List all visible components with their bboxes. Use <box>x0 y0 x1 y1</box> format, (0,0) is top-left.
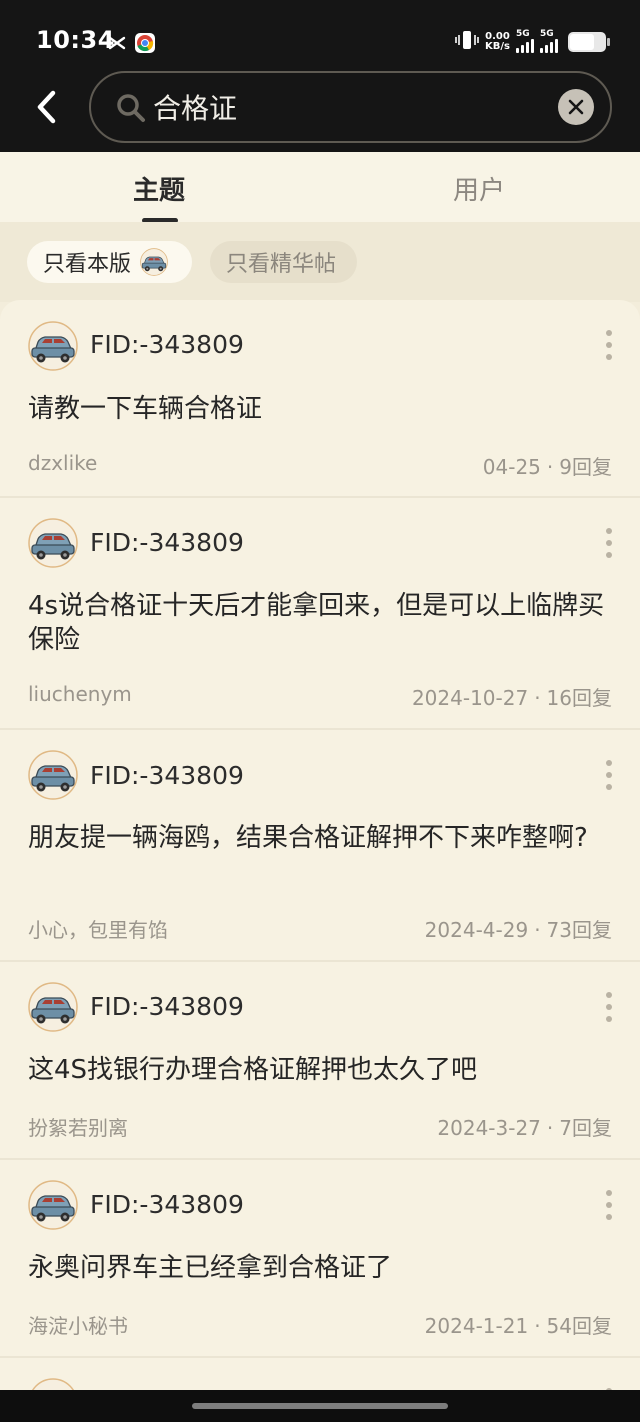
chrome-app-icon <box>135 33 155 53</box>
post-meta: 2024-1-21 · 54回复 <box>424 1314 612 1338</box>
only-featured-chip[interactable]: 只看精华帖 <box>210 241 357 283</box>
post-item[interactable]: FID:-343809 永奥问界车主已经拿到合格证了 海淀小秘书 2024-1-… <box>0 1160 640 1358</box>
post-author[interactable]: liuchenym <box>28 682 132 706</box>
vibrate-icon <box>455 29 479 55</box>
status-indicators: 0.00 KB/s 5G 5G <box>455 28 610 56</box>
more-options-icon[interactable] <box>604 1190 614 1220</box>
app-screen: 10:34 0.00 KB/s 5G 5G 合格证 主题 用户 只看本版 只看精… <box>0 0 640 1422</box>
car-avatar-icon[interactable] <box>27 1180 79 1230</box>
back-arrow-icon <box>37 90 56 124</box>
car-avatar-icon[interactable] <box>27 982 79 1032</box>
post-meta: 2024-3-27 · 7回复 <box>437 1116 612 1140</box>
tab-bar: 主题 用户 <box>0 152 640 223</box>
post-author[interactable]: dzxlike <box>28 451 97 475</box>
more-options-icon[interactable] <box>604 760 614 790</box>
post-title[interactable]: 请教一下车辆合格证 <box>28 392 618 426</box>
home-gesture-handle[interactable] <box>192 1403 448 1409</box>
post-title[interactable]: 这4S找银行办理合格证解押也太久了吧 <box>28 1053 618 1087</box>
system-nav-bar <box>0 1390 640 1422</box>
magnifier-icon <box>117 94 145 122</box>
post-title[interactable]: 永奥问界车主已经拿到合格证了 <box>28 1251 618 1285</box>
forum-id: FID:-343809 <box>90 992 244 1021</box>
post-title[interactable]: 朋友提一辆海鸥，结果合格证解押不下来咋整啊? <box>28 821 618 855</box>
back-button[interactable] <box>28 84 64 130</box>
post-item-partial[interactable] <box>0 1358 640 1390</box>
post-item[interactable]: FID:-343809 请教一下车辆合格证 dzxlike 04-25 · 9回复 <box>0 300 640 498</box>
forum-id: FID:-343809 <box>90 761 244 790</box>
post-author[interactable]: 扮絮若别离 <box>28 1112 128 1141</box>
car-icon <box>140 248 168 276</box>
post-meta: 2024-10-27 · 16回复 <box>411 686 612 710</box>
post-meta: 2024-4-29 · 73回复 <box>424 918 612 942</box>
more-options-icon[interactable] <box>604 992 614 1022</box>
post-item[interactable]: FID:-343809 4s说合格证十天后才能拿回来，但是可以上临牌买保险 li… <box>0 498 640 730</box>
net-speed: 0.00 KB/s <box>485 31 510 52</box>
car-avatar-icon[interactable] <box>27 518 79 568</box>
post-item[interactable]: FID:-343809 这4S找银行办理合格证解押也太久了吧 扮絮若别离 202… <box>0 962 640 1160</box>
tab-topics[interactable]: 主题 <box>133 170 185 207</box>
signal-sim2-icon: 5G <box>540 29 558 53</box>
forum-id: FID:-343809 <box>90 528 244 557</box>
clear-search-button[interactable] <box>558 89 594 125</box>
forum-id: FID:-343809 <box>90 1190 244 1219</box>
forum-id: FID:-343809 <box>90 330 244 359</box>
search-input[interactable] <box>153 87 533 127</box>
more-options-icon[interactable] <box>604 528 614 558</box>
filter-bar: 只看本版 只看精华帖 <box>0 222 640 302</box>
car-avatar-icon[interactable] <box>27 1378 79 1390</box>
car-avatar-icon[interactable] <box>27 750 79 800</box>
search-header <box>0 66 640 152</box>
post-author[interactable]: 小心，包里有馅 <box>28 914 168 943</box>
clear-x-icon <box>568 99 584 115</box>
tab-users[interactable]: 用户 <box>453 170 505 207</box>
post-item[interactable]: FID:-343809 朋友提一辆海鸥，结果合格证解押不下来咋整啊? 小心，包里… <box>0 730 640 962</box>
post-author[interactable]: 海淀小秘书 <box>28 1310 128 1339</box>
status-bar: 10:34 0.00 KB/s 5G 5G <box>0 0 640 66</box>
search-box[interactable] <box>89 71 612 143</box>
battery-icon <box>568 32 610 52</box>
car-avatar-icon[interactable] <box>27 321 79 371</box>
more-options-icon[interactable] <box>604 330 614 360</box>
signal-sim1-icon: 5G <box>516 29 534 53</box>
only-this-board-chip[interactable]: 只看本版 <box>27 241 192 283</box>
post-list: FID:-343809 请教一下车辆合格证 dzxlike 04-25 · 9回复 … <box>0 300 640 1390</box>
scissors-app-icon <box>107 33 127 53</box>
post-meta: 04-25 · 9回复 <box>482 455 612 479</box>
clock: 10:34 <box>36 26 115 54</box>
post-title[interactable]: 4s说合格证十天后才能拿回来，但是可以上临牌买保险 <box>28 589 618 657</box>
